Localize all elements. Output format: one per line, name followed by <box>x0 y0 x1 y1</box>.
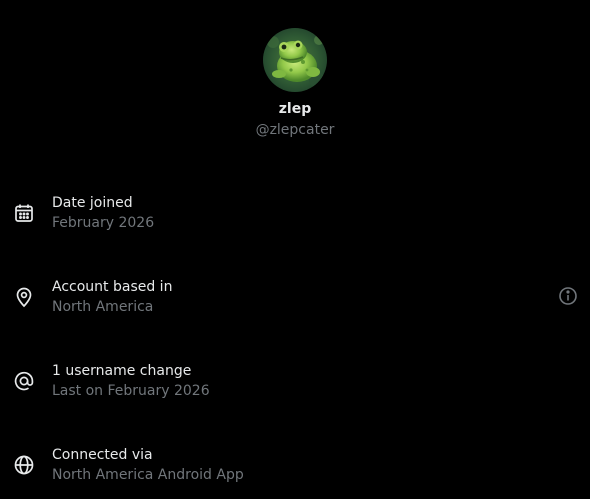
location-pin-icon <box>13 286 35 308</box>
frog-avatar-image <box>263 28 327 92</box>
display-name: zlep <box>278 101 312 117</box>
account-location-row: Account based in North America <box>0 278 590 326</box>
username-change-value: Last on February 2026 <box>52 383 210 399</box>
account-location-label: Account based in <box>52 279 173 295</box>
username-change-row: 1 username change Last on February 2026 <box>0 362 590 410</box>
avatar[interactable] <box>263 28 327 92</box>
connected-via-row: Connected via North America Android App <box>0 446 590 494</box>
info-icon[interactable] <box>558 286 578 306</box>
connected-via-label: Connected via <box>52 447 153 463</box>
globe-icon <box>13 454 35 476</box>
date-joined-value: February 2026 <box>52 215 155 231</box>
date-joined-row: Date joined February 2026 <box>0 194 590 242</box>
connected-via-value: North America Android App <box>52 467 244 483</box>
user-handle: @zlepcater <box>255 122 335 138</box>
username-change-label: 1 username change <box>52 363 192 379</box>
account-location-value: North America <box>52 299 154 315</box>
at-sign-icon <box>13 370 35 392</box>
date-joined-label: Date joined <box>52 195 133 211</box>
calendar-icon <box>13 202 35 224</box>
